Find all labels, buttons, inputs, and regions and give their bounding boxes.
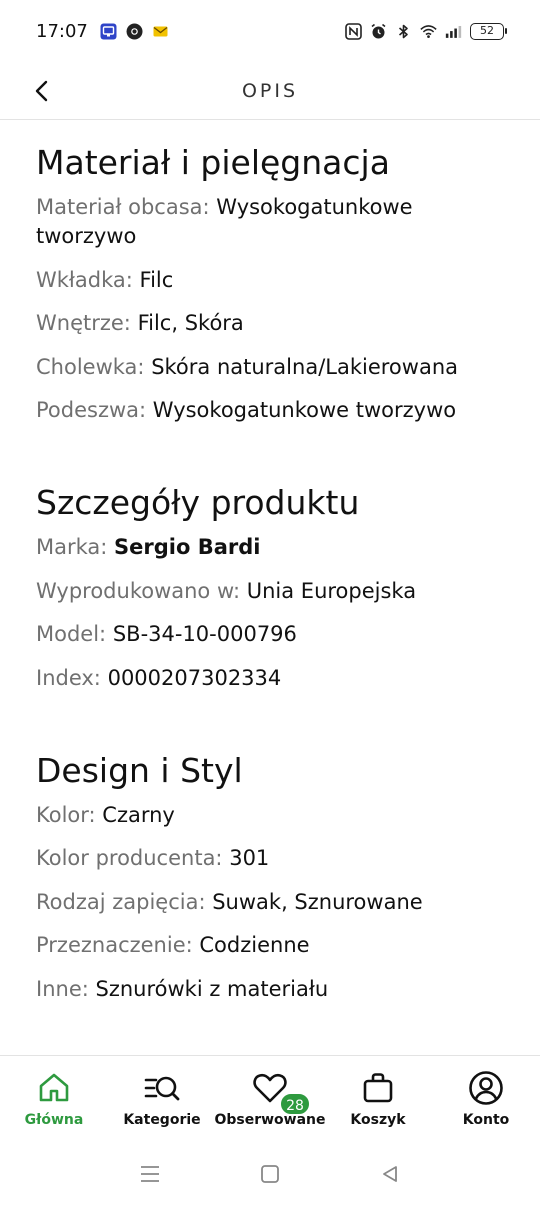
nav-item-categories[interactable]: Kategorie: [112, 1070, 212, 1128]
spec-value: Skóra naturalna/Lakierowana: [151, 354, 458, 379]
nav-item-watchlist[interactable]: 28 Obserwowane: [214, 1070, 326, 1128]
spec-row: Wnętrze: Filc, Skóra: [36, 309, 504, 338]
section-title: Materiał i pielęgnacja: [36, 143, 390, 182]
section-material: Materiał i pielęgnacja Materiał obcasa: …: [36, 143, 504, 425]
spec-row: Kolor: Czarny: [36, 801, 504, 830]
bag-icon: [360, 1070, 396, 1106]
status-system-icons: 52: [345, 22, 507, 40]
nav-item-cart[interactable]: Koszyk: [328, 1070, 428, 1128]
home-icon: [36, 1070, 72, 1106]
status-time: 17:07: [36, 20, 88, 42]
spec-label: Index:: [36, 665, 101, 690]
brand-value[interactable]: Sergio Bardi: [114, 535, 260, 559]
spec-value: 0000207302334: [107, 665, 282, 690]
menu-icon: [141, 1165, 159, 1182]
chrome-icon: [126, 23, 143, 40]
section-title: Design i Styl: [36, 750, 243, 790]
status-bar: 17:07 52: [0, 0, 540, 62]
watchlist-count-badge: 28: [279, 1092, 311, 1116]
spec-label: Wnętrze:: [36, 311, 131, 335]
nav-label: Obserwowane: [214, 1112, 326, 1128]
wifi-icon: [420, 23, 437, 40]
spec-label: Kolor:: [36, 802, 96, 827]
nav-item-account[interactable]: Konto: [436, 1070, 536, 1128]
spec-row: Inne: Sznurówki z materiału: [36, 975, 504, 1004]
section-title: Szczegóły produktu: [36, 483, 360, 522]
spec-row: Index: 0000207302334: [36, 664, 504, 693]
system-navigation-bar: [0, 1141, 540, 1206]
page-title: OPIS: [241, 79, 299, 102]
nfc-icon: [345, 22, 362, 40]
spec-value: Wysokogatunkowe tworzywo: [152, 398, 457, 422]
recent-apps-button[interactable]: [130, 1154, 170, 1194]
spec-label: Cholewka:: [36, 354, 145, 379]
spec-row: Rodzaj zapięcia: Suwak, Sznurowane: [36, 888, 504, 917]
section-details: Szczegóły produktu Marka: Sergio Bardi W…: [36, 483, 504, 693]
spec-row: Wkładka: Filc: [36, 266, 504, 295]
spec-row: Kolor producenta: 301: [36, 844, 504, 873]
spec-row: Materiał obcasa: Wysokogatunkowe tworzyw…: [36, 193, 504, 251]
spec-value: 301: [229, 846, 270, 870]
description-content[interactable]: Materiał i pielęgnacja Materiał obcasa: …: [0, 121, 540, 1055]
app-header: OPIS: [0, 62, 540, 120]
spec-row: Wyprodukowano w: Unia Europejska: [36, 577, 504, 606]
triangle-back-icon: [383, 1165, 397, 1182]
bluetooth-icon: [395, 23, 412, 40]
nav-label: Koszyk: [350, 1112, 406, 1128]
alarm-icon: [370, 23, 387, 40]
mail-icon: [152, 23, 169, 40]
spec-label: Podeszwa:: [36, 398, 147, 422]
section-design: Design i Styl Kolor: Czarny Kolor produc…: [36, 751, 504, 1004]
chevron-left-icon: [35, 80, 48, 102]
back-system-button[interactable]: [370, 1154, 410, 1194]
spec-row: Cholewka: Skóra naturalna/Lakierowana: [36, 353, 504, 382]
spec-label: Marka:: [36, 535, 108, 559]
user-icon: [468, 1070, 504, 1106]
spec-value: Codzienne: [199, 933, 310, 957]
spec-label: Rodzaj zapięcia:: [36, 889, 206, 914]
spec-label: Model:: [36, 622, 107, 646]
spec-value: Suwak, Sznurowane: [212, 889, 423, 914]
bottom-navigation: Główna Kategorie 28 Obserwowane Koszyk K…: [0, 1055, 540, 1141]
nav-label: Konto: [462, 1112, 510, 1128]
spec-value: Sznurówki z materiału: [95, 976, 329, 1001]
nav-label: Główna: [24, 1112, 84, 1128]
square-icon: [261, 1164, 279, 1183]
spec-value: SB-34-10-000796: [112, 622, 297, 646]
spec-value: Unia Europejska: [246, 578, 417, 603]
category-search-icon: [144, 1070, 180, 1106]
spec-row: Model: SB-34-10-000796: [36, 620, 504, 649]
spec-label: Inne:: [36, 976, 89, 1001]
app-icon: [100, 23, 117, 40]
spec-label: Kolor producenta:: [36, 846, 223, 870]
spec-value: Czarny: [102, 802, 175, 827]
spec-row: Podeszwa: Wysokogatunkowe tworzywo: [36, 396, 504, 425]
signal-icon: [445, 23, 462, 40]
spec-label: Materiał obcasa:: [36, 195, 210, 219]
home-system-button[interactable]: [250, 1154, 290, 1194]
status-notification-icons: [100, 23, 169, 40]
spec-label: Wyprodukowano w:: [36, 578, 241, 603]
spec-row: Przeznaczenie: Codzienne: [36, 931, 504, 960]
spec-value: Filc: [139, 267, 174, 292]
battery-indicator: 52: [470, 22, 507, 40]
nav-label: Kategorie: [123, 1112, 201, 1128]
spec-row: Marka: Sergio Bardi: [36, 533, 504, 562]
spec-value: Filc, Skóra: [137, 311, 244, 335]
spec-label: Wkładka:: [36, 267, 133, 292]
spec-label: Przeznaczenie:: [36, 933, 193, 957]
back-button[interactable]: [26, 72, 58, 110]
nav-item-home[interactable]: Główna: [4, 1070, 104, 1128]
